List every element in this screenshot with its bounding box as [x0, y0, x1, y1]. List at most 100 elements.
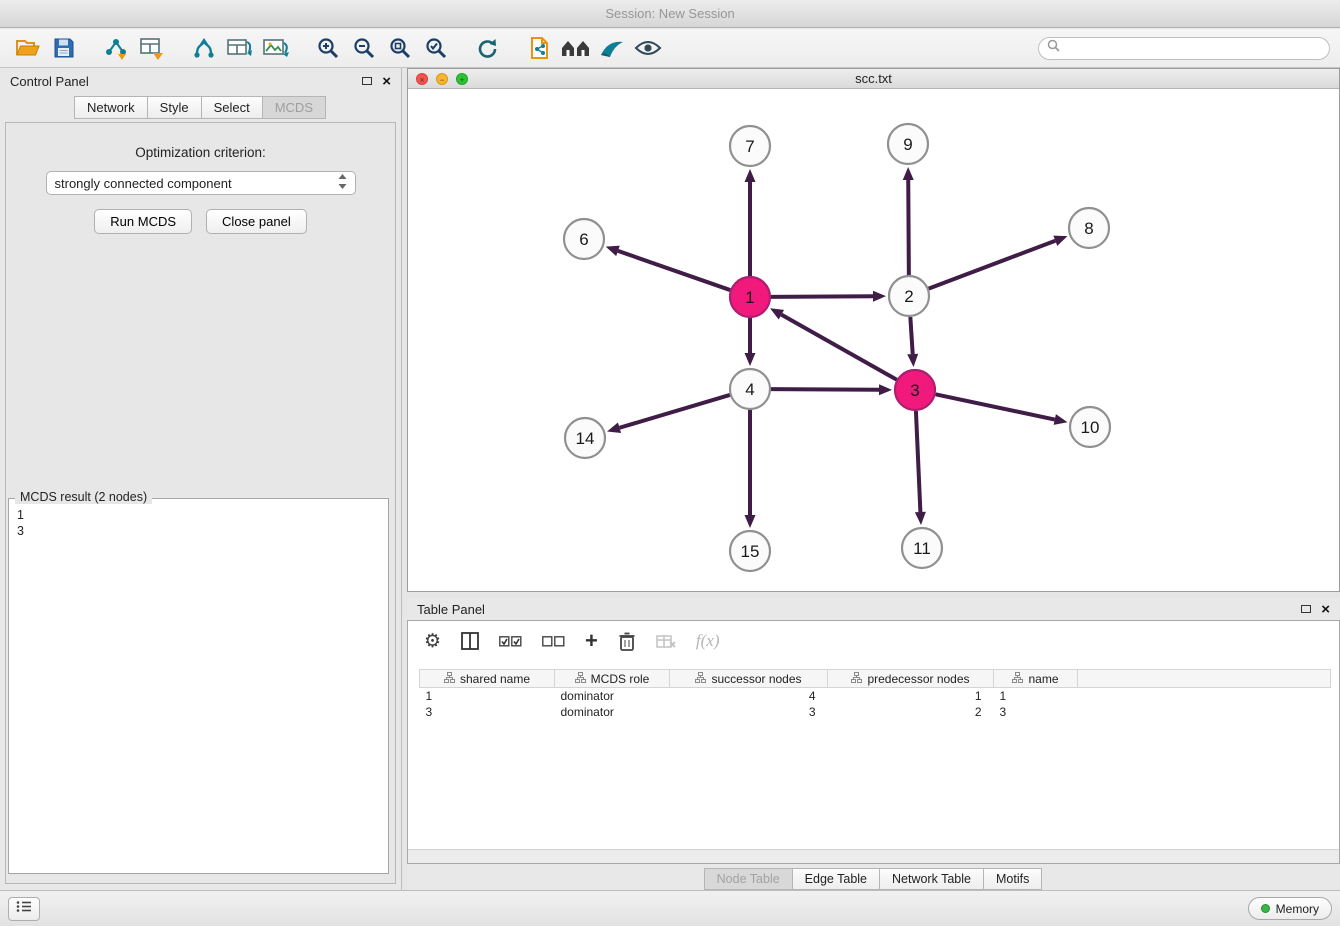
column-header-MCDS-role[interactable]: MCDS role [555, 670, 670, 688]
table-panel-title: Table Panel [417, 602, 485, 617]
table-tabs: Node TableEdge TableNetwork TableMotifs [407, 866, 1340, 890]
svg-text:14: 14 [576, 429, 595, 448]
save-session-icon[interactable] [46, 32, 82, 64]
column-type-icon [575, 672, 586, 686]
memory-status-dot [1261, 904, 1270, 913]
graph-edge-3-1[interactable] [781, 315, 896, 380]
graph-node-10[interactable]: 10 [1070, 407, 1110, 447]
table-panel: Table Panel × ⚙ + f(x) sha [407, 598, 1340, 890]
import-network-file-icon[interactable] [98, 32, 134, 64]
delete-column-icon[interactable] [618, 631, 636, 652]
svg-text:3: 3 [910, 381, 919, 400]
search-input[interactable] [1065, 41, 1321, 55]
graph-edge-3-10[interactable] [936, 394, 1055, 419]
tab-network-table[interactable]: Network Table [879, 868, 984, 890]
graph-edge-arrowhead [873, 291, 886, 302]
zoom-selected-icon[interactable] [418, 32, 454, 64]
column-header-predecessor-nodes[interactable]: predecessor nodes [828, 670, 994, 688]
node-table-header-row: shared nameMCDS rolesuccessor nodesprede… [420, 670, 1331, 688]
style-brush-icon[interactable] [594, 32, 630, 64]
float-panel-icon[interactable] [362, 77, 372, 85]
svg-text:9: 9 [903, 135, 912, 154]
svg-text:8: 8 [1084, 219, 1093, 238]
tab-network[interactable]: Network [74, 96, 148, 119]
graph-node-7[interactable]: 7 [730, 126, 770, 166]
table-horizontal-scrollbar[interactable] [408, 849, 1339, 863]
graph-edge-arrowhead [1053, 236, 1067, 246]
network-window-titlebar[interactable]: × − + scc.txt [408, 69, 1339, 89]
graph-edge-2-9[interactable] [908, 180, 909, 275]
optimization-select[interactable]: strongly connected component [46, 171, 356, 195]
graph-node-3[interactable]: 3 [895, 370, 935, 410]
close-window-icon[interactable]: × [416, 73, 428, 85]
homes-icon[interactable] [558, 32, 594, 64]
mcds-result-list: 13 [9, 499, 388, 547]
table-settings-gear-icon[interactable]: ⚙ [424, 630, 441, 652]
graph-node-4[interactable]: 4 [730, 369, 770, 409]
tab-motifs[interactable]: Motifs [983, 868, 1042, 890]
column-header-name[interactable]: name [994, 670, 1078, 688]
memory-button[interactable]: Memory [1248, 897, 1332, 920]
node-table-body: 1dominator4113dominator323 [420, 688, 1331, 720]
graph-edge-1-6[interactable] [618, 251, 730, 290]
control-panel: Control Panel × Network Style Select MCD… [0, 68, 402, 890]
svg-text:6: 6 [579, 230, 588, 249]
show-columns-icon[interactable] [461, 632, 479, 650]
run-mcds-button[interactable]: Run MCDS [94, 209, 192, 234]
new-network-icon[interactable] [186, 32, 222, 64]
graph-node-11[interactable]: 11 [902, 528, 942, 568]
graph-node-15[interactable]: 15 [730, 531, 770, 571]
main-toolbar [0, 29, 1340, 68]
column-header-successor-nodes[interactable]: successor nodes [670, 670, 828, 688]
zoom-in-icon[interactable] [310, 32, 346, 64]
maximize-window-icon[interactable]: + [456, 73, 468, 85]
tab-select[interactable]: Select [201, 96, 263, 119]
svg-text:4: 4 [745, 380, 754, 399]
window-titlebar[interactable]: Session: New Session [0, 0, 1340, 28]
import-table-file-icon[interactable] [134, 32, 170, 64]
task-history-button[interactable] [8, 897, 40, 921]
zoom-out-icon[interactable] [346, 32, 382, 64]
graph-edge-4-3[interactable] [771, 389, 879, 390]
layout-refresh-icon[interactable] [470, 32, 506, 64]
task-list-icon [16, 900, 32, 918]
graph-edge-1-2[interactable] [771, 296, 873, 297]
table-row[interactable]: 3dominator323 [420, 704, 1331, 720]
graph-edge-2-8[interactable] [929, 241, 1056, 289]
select-all-icon[interactable] [499, 635, 522, 648]
graph-node-14[interactable]: 14 [565, 418, 605, 458]
minimize-window-icon[interactable]: − [436, 73, 448, 85]
function-builder-icon-disabled: f(x) [696, 631, 720, 651]
eye-icon[interactable] [630, 32, 666, 64]
zoom-fit-icon[interactable] [382, 32, 418, 64]
tab-mcds[interactable]: MCDS [262, 96, 326, 119]
deselect-all-icon[interactable] [542, 635, 565, 648]
mcds-result-item[interactable]: 3 [17, 523, 380, 539]
open-session-icon[interactable] [10, 32, 46, 64]
network-graph[interactable]: 7 9 6 8 1 2 4 3 14 10 15 11 [408, 89, 1339, 590]
graph-edge-4-14[interactable] [620, 395, 730, 428]
export-image-icon[interactable] [258, 32, 294, 64]
close-panel-icon[interactable]: × [382, 74, 391, 89]
add-column-icon[interactable]: + [585, 630, 598, 652]
graph-edge-3-11[interactable] [916, 411, 920, 512]
graph-edge-arrowhead [606, 246, 620, 256]
close-table-panel-icon[interactable]: × [1321, 602, 1330, 617]
float-table-panel-icon[interactable] [1301, 605, 1311, 613]
graph-edge-arrowhead [745, 169, 756, 182]
column-header-shared-name[interactable]: shared name [420, 670, 555, 688]
document-network-icon[interactable] [522, 32, 558, 64]
mcds-result-item[interactable]: 1 [17, 507, 380, 523]
graph-node-2[interactable]: 2 [889, 276, 929, 316]
tab-edge-table[interactable]: Edge Table [792, 868, 880, 890]
new-table-icon[interactable] [222, 32, 258, 64]
tab-node-table[interactable]: Node Table [704, 868, 793, 890]
close-panel-button[interactable]: Close panel [206, 209, 307, 234]
graph-node-8[interactable]: 8 [1069, 208, 1109, 248]
graph-node-6[interactable]: 6 [564, 219, 604, 259]
tab-style[interactable]: Style [147, 96, 202, 119]
graph-node-1[interactable]: 1 [730, 277, 770, 317]
graph-node-9[interactable]: 9 [888, 124, 928, 164]
table-row[interactable]: 1dominator411 [420, 688, 1331, 704]
graph-edge-2-3[interactable] [910, 317, 912, 354]
